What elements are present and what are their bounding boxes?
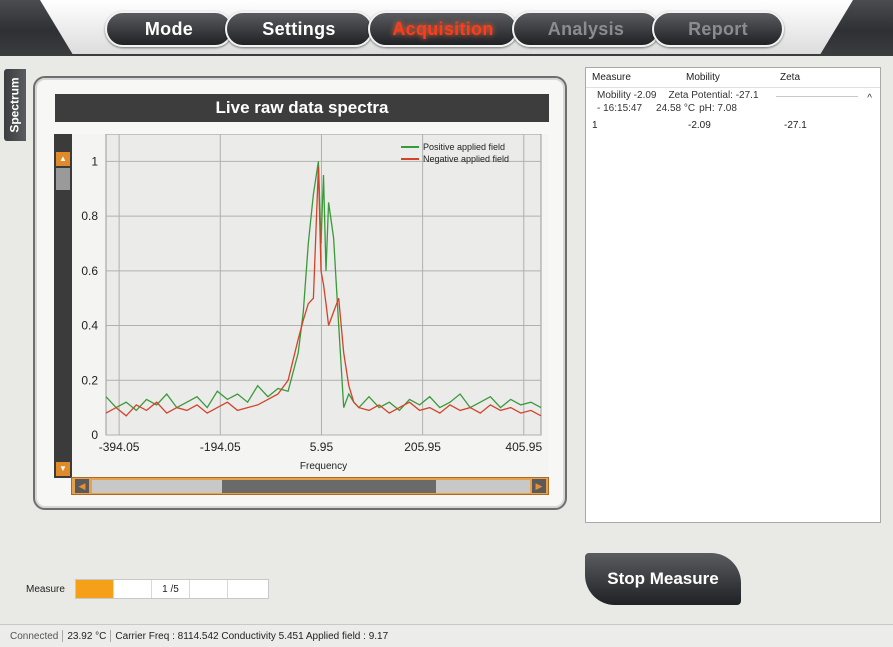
- group-time: - 16:15:47: [597, 103, 643, 114]
- x-axis-label: Frequency: [300, 461, 347, 472]
- top-nav-bar: Mode Settings Acquisition Analysis Repor…: [0, 0, 893, 56]
- group-divider: [776, 96, 858, 97]
- column-measure[interactable]: Measure: [592, 72, 686, 83]
- column-zeta[interactable]: Zeta: [780, 72, 874, 83]
- connection-status: Connected: [10, 630, 59, 642]
- tab-settings[interactable]: Settings: [225, 11, 373, 47]
- progress-count: 1 /5: [152, 580, 190, 598]
- scroll-left-icon[interactable]: ◀: [75, 479, 89, 493]
- horizontal-scrollbar[interactable]: ◀ ▶: [71, 477, 549, 495]
- y-tick-label: 0.6: [81, 264, 98, 278]
- group-zeta: Zeta Potential: -27.1: [668, 90, 759, 101]
- legend-entry: Negative applied field: [423, 154, 509, 164]
- y-tick-label: 0.4: [81, 319, 98, 333]
- y-tick-label: 0.8: [81, 209, 98, 223]
- panel-title: Live raw data spectra: [55, 94, 549, 122]
- x-tick-label: 205.95: [404, 440, 441, 454]
- vertical-scroll-thumb[interactable]: [56, 168, 70, 190]
- y-tick-label: 0: [91, 428, 98, 442]
- progress-segment-filled: [76, 580, 114, 598]
- legend-entry: Positive applied field: [423, 142, 505, 152]
- y-tick-label: 0.2: [81, 373, 98, 387]
- cell-measure: 1: [592, 120, 598, 131]
- scroll-down-icon[interactable]: ▼: [56, 462, 70, 476]
- scroll-up-icon[interactable]: ▲: [56, 152, 70, 166]
- status-divider: [110, 630, 112, 642]
- cell-zeta: -27.1: [784, 120, 807, 131]
- spectrum-chart: -394.05 -194.05 5.95 205.95 405.95 0 0.2 0.4 0.6…: [72, 134, 549, 477]
- tab-mode[interactable]: Mode: [105, 11, 233, 47]
- x-tick-label: 5.95: [310, 440, 334, 454]
- progress-segment: [190, 580, 228, 598]
- status-temperature: 23.92 °C: [67, 630, 107, 642]
- table-row[interactable]: 1 -2.09 -27.1: [586, 114, 880, 131]
- tab-acquisition[interactable]: Acquisition: [368, 11, 518, 47]
- spectrum-panel: Live raw data spectra ▲ ▼ -394.05 -194.05…: [33, 76, 567, 510]
- side-tab-spectrum[interactable]: Spectrum: [4, 69, 26, 141]
- results-header: Measure Mobility Zeta: [586, 68, 880, 88]
- result-group[interactable]: Mobility -2.09 Zeta Potential: -27.1 - 1…: [586, 88, 880, 114]
- x-tick-label: -394.05: [99, 440, 140, 454]
- x-tick-label: 405.95: [505, 440, 542, 454]
- x-tick-label: -194.05: [200, 440, 241, 454]
- horizontal-scroll-thumb[interactable]: [222, 480, 436, 493]
- tab-report[interactable]: Report: [652, 11, 784, 47]
- side-tab-label: Spectrum: [8, 77, 23, 133]
- measure-label: Measure: [26, 584, 65, 595]
- scroll-right-icon[interactable]: ▶: [532, 479, 546, 493]
- stop-measure-button[interactable]: Stop Measure: [585, 553, 741, 605]
- progress-segment: [114, 580, 152, 598]
- status-bar: Connected 23.92 °C Carrier Freq : 8114.5…: [0, 624, 893, 647]
- group-temperature: 24.58 °C: [656, 103, 696, 114]
- results-list: Measure Mobility Zeta Mobility -2.09 Zet…: [585, 67, 881, 523]
- group-mobility: Mobility -2.09: [597, 90, 657, 101]
- vertical-scrollbar[interactable]: ▲ ▼: [54, 134, 72, 478]
- status-divider: [62, 630, 64, 642]
- measure-progress-bar: 1 /5: [75, 579, 269, 599]
- cell-mobility: -2.09: [688, 120, 711, 131]
- y-tick-label: 1: [91, 154, 98, 168]
- collapse-caret-icon[interactable]: ^: [867, 93, 872, 104]
- horizontal-scroll-track[interactable]: [92, 480, 530, 493]
- progress-segment: [228, 580, 266, 598]
- tab-analysis[interactable]: Analysis: [512, 11, 660, 47]
- group-ph: pH: 7.08: [699, 103, 737, 114]
- column-mobility[interactable]: Mobility: [686, 72, 780, 83]
- status-details: Carrier Freq : 8114.542 Conductivity 5.4…: [115, 630, 389, 642]
